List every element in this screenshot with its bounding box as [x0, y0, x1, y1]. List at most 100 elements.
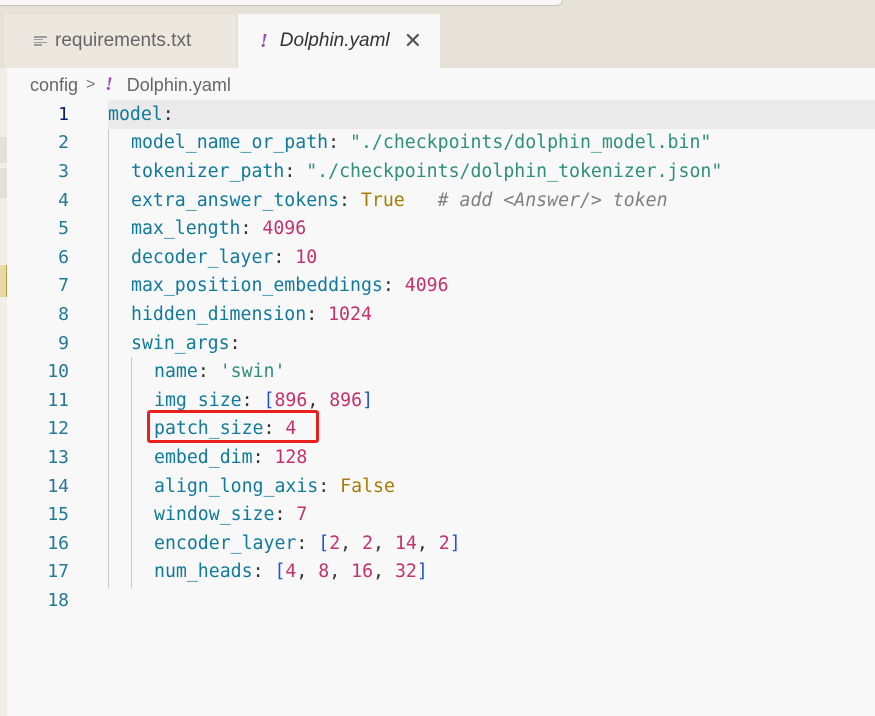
code-line[interactable]: 17 num_heads: [4, 8, 16, 32] — [7, 558, 875, 587]
code-line[interactable]: 1 model: — [7, 100, 875, 129]
line-code: extra_answer_tokens: True # add <Answer/… — [131, 190, 668, 211]
code-token: decoder_layer — [131, 246, 274, 268]
code-token: , — [340, 532, 363, 554]
line-number: 4 — [58, 189, 69, 211]
line-code: num_heads: [4, 8, 16, 32] — [154, 561, 428, 582]
indent-guide — [108, 128, 109, 589]
code-token: : — [240, 218, 263, 240]
code-line[interactable]: 5 max_length: 4096 — [7, 214, 875, 243]
line-number: 16 — [47, 532, 69, 554]
code-token: name — [154, 361, 198, 383]
code-token: : — [318, 475, 341, 497]
tab-label: Dolphin.yaml — [279, 30, 390, 51]
code-token: : — [197, 361, 220, 383]
code-token: : — [306, 303, 329, 325]
code-token: 8 — [318, 561, 330, 583]
tab-requirements-txt[interactable]: requirements.txt — [4, 14, 236, 68]
code-token: False — [340, 475, 395, 497]
line-number: 9 — [58, 332, 69, 354]
code-token: 2 — [329, 532, 341, 554]
code-token: 10 — [295, 246, 318, 268]
code-line[interactable]: 13 embed_dim: 128 — [7, 443, 875, 472]
code-token: : — [328, 132, 351, 154]
line-number: 5 — [58, 218, 69, 240]
code-token: extra_answer_tokens — [131, 189, 340, 211]
line-number: 14 — [47, 475, 69, 497]
code-line[interactable]: 14 align_long_axis: False — [7, 472, 875, 501]
code-line[interactable]: 12 patch_size: 4 — [7, 415, 875, 444]
code-token: : — [339, 189, 361, 211]
code-line[interactable]: 10 name: 'swin' — [7, 357, 875, 386]
code-token: model — [108, 103, 163, 125]
code-token: tokenizer_path — [131, 160, 285, 182]
code-token: img_size — [154, 389, 242, 411]
code-token: : — [284, 160, 307, 182]
code-token: True — [360, 189, 405, 211]
code-token: 896 — [274, 389, 308, 411]
line-number: 3 — [58, 160, 69, 182]
code-token: , — [307, 389, 330, 411]
tab-dolphin-yaml[interactable]: ! Dolphin.yaml ✕ — [238, 14, 440, 68]
code-line[interactable]: 18 — [7, 586, 875, 615]
text-file-icon — [34, 34, 47, 48]
code-token: model_name_or_path — [131, 132, 329, 154]
code-token: "./checkpoints/dolphin_tokenizer.json" — [306, 160, 723, 182]
breadcrumb-folder[interactable]: config — [30, 75, 78, 96]
code-token: num_heads — [154, 561, 253, 583]
indent-guide — [131, 357, 132, 589]
line-number: 17 — [47, 561, 69, 583]
code-token: , — [329, 561, 352, 583]
code-line[interactable]: 8 hidden_dimension: 1024 — [7, 300, 875, 329]
tab-label: requirements.txt — [55, 30, 192, 51]
code-token: 16 — [351, 561, 374, 583]
code-token: : — [252, 561, 275, 583]
code-line[interactable]: 2 model_name_or_path: "./checkpoints/dolp… — [7, 129, 875, 158]
code-token: : — [274, 504, 297, 526]
code-token: ] — [362, 389, 374, 411]
code-token: 14 — [394, 532, 417, 554]
code-line[interactable]: 9 swin_args: — [7, 329, 875, 358]
code-token: encoder_layer — [154, 532, 297, 554]
code-token: : — [162, 103, 174, 125]
code-token: [ — [274, 561, 286, 583]
line-number: 1 — [58, 103, 69, 125]
code-token: max_position_embeddings — [131, 275, 383, 297]
code-token: 4 — [285, 561, 297, 583]
breadcrumb: config > ! Dolphin.yaml — [30, 72, 231, 98]
line-code: img_size: [896, 896] — [154, 390, 373, 411]
code-line[interactable]: 7 max_position_embeddings: 4096 — [7, 272, 875, 301]
code-line[interactable]: 6 decoder_layer: 10 — [7, 243, 875, 272]
code-line[interactable]: 16 encoder_layer: [2, 2, 14, 2] — [7, 529, 875, 558]
code-token: ] — [416, 561, 428, 583]
annotation-highlight-box — [147, 410, 319, 443]
code-line[interactable]: 3 tokenizer_path: "./checkpoints/dolphin_… — [7, 157, 875, 186]
line-code: embed_dim: 128 — [154, 447, 307, 468]
breadcrumb-file[interactable]: Dolphin.yaml — [127, 75, 231, 96]
code-line[interactable]: 11 img_size: [896, 896] — [7, 386, 875, 415]
code-editor[interactable]: 1 model: 2 model_name_or_path: "./checkpoin… — [7, 100, 875, 716]
line-number: 18 — [47, 589, 69, 611]
code-token: 896 — [329, 389, 363, 411]
code-token: 32 — [394, 561, 417, 583]
line-number: 13 — [47, 446, 69, 468]
code-token: 128 — [274, 446, 308, 468]
chevron-right-icon: > — [86, 76, 96, 93]
line-number: 2 — [58, 132, 69, 154]
code-token: embed_dim — [154, 446, 253, 468]
code-token: window_size — [154, 504, 275, 526]
code-token: 4096 — [262, 218, 307, 240]
current-line-highlight — [108, 100, 875, 129]
edge-mark — [0, 265, 7, 297]
line-code: tokenizer_path: "./checkpoints/dolphin_t… — [131, 161, 722, 182]
line-code: name: 'swin' — [154, 361, 285, 382]
code-token: 1024 — [328, 303, 372, 325]
code-line[interactable]: 4 extra_answer_tokens: True # add <Answer… — [7, 186, 875, 215]
code-token: , — [416, 532, 439, 554]
code-token: , — [373, 532, 395, 554]
line-code: swin_args: — [131, 333, 241, 354]
line-code: align_long_axis: False — [154, 476, 395, 497]
close-icon[interactable]: ✕ — [404, 30, 422, 52]
code-line[interactable]: 15 window_size: 7 — [7, 500, 875, 529]
code-token: swin_args — [131, 332, 230, 354]
